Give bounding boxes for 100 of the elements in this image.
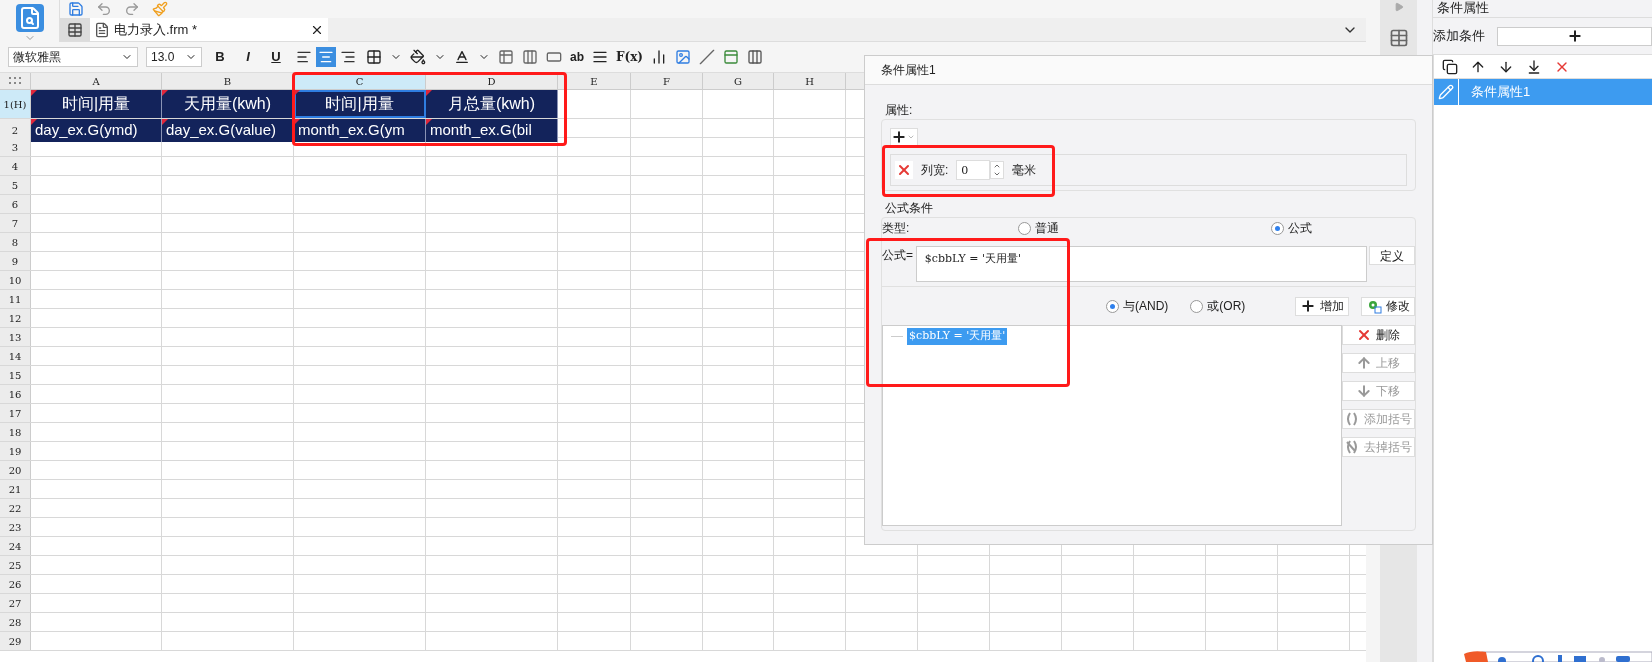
row-header[interactable]: 19 xyxy=(0,442,31,460)
row-header[interactable]: 4 xyxy=(0,157,31,175)
row-header[interactable]: 25 xyxy=(0,556,31,574)
font-size-select[interactable]: 13.0 xyxy=(146,47,202,67)
column-header[interactable]: E xyxy=(558,73,631,89)
panel-icon[interactable] xyxy=(723,49,740,65)
plus-icon xyxy=(1300,298,1316,314)
image-icon[interactable] xyxy=(675,49,692,65)
or-radio[interactable]: 或(OR) xyxy=(1190,297,1246,315)
formula-tool[interactable]: F(x) xyxy=(616,48,644,66)
add-condition-button[interactable]: 增加 xyxy=(1295,296,1349,316)
row-header[interactable]: 22 xyxy=(0,499,31,517)
row-header[interactable]: 8 xyxy=(0,233,31,251)
type-radio[interactable]: 公式 xyxy=(1271,219,1312,237)
row-header[interactable]: 16 xyxy=(0,385,31,403)
select-all-icon[interactable] xyxy=(9,77,21,85)
table-cell[interactable]: 月总量(kwh) xyxy=(426,90,558,118)
condition-action-button[interactable]: 删除 xyxy=(1341,325,1415,345)
row-header[interactable]: 13 xyxy=(0,328,31,346)
save-icon[interactable] xyxy=(68,1,84,17)
row-header[interactable]: 11 xyxy=(0,290,31,308)
add-property-button[interactable] xyxy=(890,128,918,146)
row-header[interactable]: 24 xyxy=(0,537,31,555)
row-header[interactable]: 26 xyxy=(0,575,31,593)
properties-label: 属性: xyxy=(884,102,914,119)
border-icon[interactable] xyxy=(366,49,382,65)
delete-icon xyxy=(896,162,912,178)
row-header[interactable]: 14 xyxy=(0,347,31,365)
type-radio[interactable]: 普通 xyxy=(1018,219,1271,237)
type-label: 类型: xyxy=(882,220,911,237)
font-select[interactable]: 微软雅黑 xyxy=(8,47,138,67)
remove-property-button[interactable] xyxy=(895,161,913,179)
copy-icon[interactable] xyxy=(1442,58,1458,75)
and-radio[interactable]: 与(AND) xyxy=(1106,297,1169,315)
formula-condition-label: 公式条件 xyxy=(884,200,934,217)
formula-field[interactable]: $cbbLY = '天用量' xyxy=(915,246,1368,282)
column-width-field[interactable]: 0 xyxy=(956,160,991,180)
panel-title: 条件属性 xyxy=(1433,0,1652,18)
row-header[interactable]: 10 xyxy=(0,271,31,289)
row-header[interactable]: 5 xyxy=(0,176,31,194)
row-header[interactable]: 20 xyxy=(0,461,31,479)
column-header[interactable]: F xyxy=(631,73,703,89)
table-cell[interactable]: day_ex.G(value) xyxy=(162,119,294,142)
row-header[interactable]: 15 xyxy=(0,366,31,384)
row-header[interactable]: 29 xyxy=(0,632,31,650)
define-button[interactable]: 定义 xyxy=(1369,246,1415,265)
column-width-label: 列宽: xyxy=(921,162,949,179)
table-cell[interactable]: 时间|用量 xyxy=(294,90,426,118)
text-tool[interactable]: ab xyxy=(570,48,584,66)
grid-icon[interactable] xyxy=(1388,28,1409,48)
style-button[interactable]: B xyxy=(210,47,230,67)
caret-icon xyxy=(907,133,915,141)
undo-icon[interactable] xyxy=(96,1,112,17)
document-icon xyxy=(94,21,110,38)
row-header[interactable]: 7 xyxy=(0,214,31,232)
split-icon[interactable] xyxy=(522,49,538,65)
column-header[interactable]: G xyxy=(703,73,774,89)
table-cell[interactable]: day_ex.G(ymd) xyxy=(31,119,162,142)
font-color-icon[interactable] xyxy=(454,49,470,65)
redo-icon[interactable] xyxy=(124,1,140,17)
style-button[interactable]: I xyxy=(238,47,258,67)
fill-color-icon[interactable] xyxy=(410,49,426,65)
column-header[interactable]: H xyxy=(774,73,846,89)
row-header[interactable]: 12 xyxy=(0,309,31,327)
columns-icon[interactable] xyxy=(747,49,764,65)
column-header[interactable]: A xyxy=(31,73,162,89)
table-cell[interactable]: 天用量(kwh) xyxy=(162,90,294,118)
style-button[interactable]: U xyxy=(266,47,286,67)
table-cell[interactable]: 时间|用量 xyxy=(31,90,162,118)
row-header[interactable]: 17 xyxy=(0,404,31,422)
table-cell[interactable]: month_ex.G(bil xyxy=(426,119,558,142)
dialog-title: 条件属性1 xyxy=(865,56,1432,85)
grid-icon[interactable] xyxy=(67,21,83,38)
unit-label: 毫米 xyxy=(1012,162,1037,179)
move-bottom-icon[interactable] xyxy=(1526,58,1542,75)
gear-icon xyxy=(1366,298,1382,314)
column-header[interactable]: D xyxy=(426,73,558,89)
table-cell[interactable]: month_ex.G(ym xyxy=(294,119,426,142)
report-search-icon[interactable] xyxy=(15,4,44,32)
plus-icon xyxy=(891,129,907,145)
column-header[interactable]: B xyxy=(162,73,294,89)
row-header[interactable]: 6 xyxy=(0,195,31,213)
row-header[interactable]: 18 xyxy=(0,423,31,441)
plus-icon xyxy=(1566,28,1583,44)
row-header[interactable]: 1(H) xyxy=(0,90,31,118)
merge-icon[interactable] xyxy=(498,49,514,65)
modify-button[interactable]: 修改 xyxy=(1361,296,1415,316)
line-icon[interactable] xyxy=(699,49,716,65)
text-field-icon[interactable] xyxy=(546,49,562,65)
formula-label: 公式= xyxy=(882,247,914,264)
row-header[interactable]: 21 xyxy=(0,480,31,498)
paragraph-icon[interactable] xyxy=(592,49,608,65)
row-header[interactable]: 28 xyxy=(0,613,31,631)
row-header[interactable]: 27 xyxy=(0,594,31,612)
spinner[interactable] xyxy=(990,161,1005,179)
add-condition-label: 添加条件 xyxy=(1433,27,1485,46)
row-header[interactable]: 23 xyxy=(0,518,31,536)
document-tab[interactable]: 电力录入.frm * xyxy=(90,18,328,41)
edit-icon[interactable] xyxy=(1438,84,1454,100)
row-header[interactable]: 9 xyxy=(0,252,31,270)
